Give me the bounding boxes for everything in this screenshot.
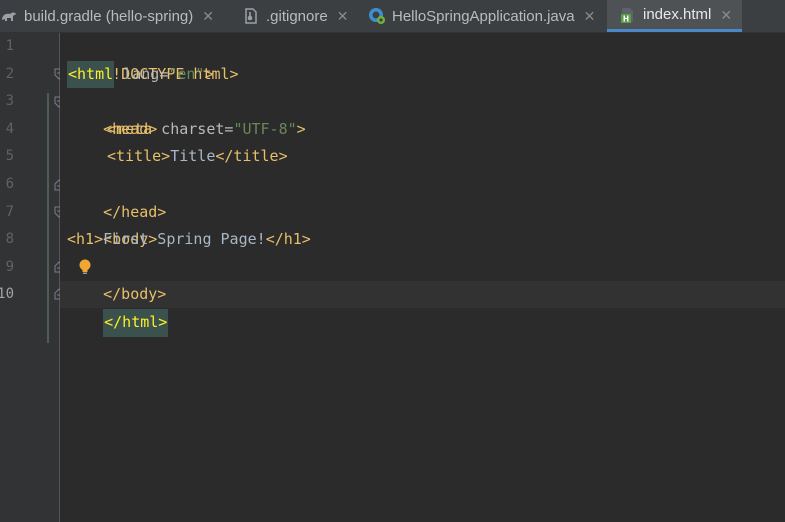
tab-label: .gitignore xyxy=(266,7,328,25)
h1-close-tag: </h1> xyxy=(265,230,311,249)
spring-boot-class-icon xyxy=(369,8,385,24)
close-icon[interactable]: ✕ xyxy=(202,9,214,23)
code-line-8[interactable]: <h1>First Spring Page!</h1> xyxy=(67,226,311,254)
tab-gitignore[interactable]: .gitignore ✕ xyxy=(238,0,357,32)
line-number: 8 xyxy=(5,231,14,248)
h1-text: First Spring Page! xyxy=(103,230,266,249)
line-number-current: 10 xyxy=(0,286,14,303)
code-line-2[interactable]: <html lang="en"> xyxy=(67,60,214,89)
close-icon[interactable]: ✕ xyxy=(337,9,349,23)
editor-tab-bar: build.gradle (hello-spring) ✕ .gitignore… xyxy=(0,0,785,33)
close-icon[interactable]: ✕ xyxy=(720,8,732,22)
close-icon[interactable]: ✕ xyxy=(584,9,596,23)
gitignore-file-icon xyxy=(245,8,257,24)
attribute-value: "en" xyxy=(168,64,205,83)
lightbulb-intention-icon[interactable] xyxy=(78,259,92,275)
tag-close: > xyxy=(204,64,214,83)
line-number: 2 xyxy=(5,65,14,82)
code-line-1[interactable]: <!DOCTYPE html> xyxy=(67,33,238,83)
tag-match-ruler xyxy=(47,93,49,343)
current-line-highlight xyxy=(60,281,785,308)
editor-gutter[interactable]: 1 2 3 4 5 6 7 8 9 10 xyxy=(0,33,64,522)
line-number: 9 xyxy=(5,258,14,275)
h1-open-tag: <h1> xyxy=(67,230,104,249)
tab-build-gradle[interactable]: build.gradle (hello-spring) ✕ xyxy=(0,0,232,32)
code-line-7[interactable]: <body> xyxy=(67,199,157,248)
attribute-name: lang= xyxy=(114,64,169,83)
attribute-name: charset= xyxy=(152,119,234,138)
line-number: 5 xyxy=(5,148,14,165)
tab-label: build.gradle (hello-spring) xyxy=(24,7,194,25)
attribute-value: "UTF-8" xyxy=(233,119,297,138)
code-line-10[interactable]: </html> xyxy=(67,281,169,337)
html-open-tag: <html xyxy=(67,60,115,89)
title-open-tag: <title> xyxy=(107,147,171,166)
tab-hello-spring-application[interactable]: HelloSpringApplication.java ✕ xyxy=(364,0,606,32)
svg-text:H: H xyxy=(623,14,629,23)
code-line-5[interactable]: <title>Title</title> xyxy=(107,143,288,171)
title-text: Title xyxy=(170,147,216,166)
tab-index-html[interactable]: H index.html ✕ xyxy=(607,0,742,32)
title-close-tag: </title> xyxy=(215,147,288,166)
code-line-6[interactable]: </head> xyxy=(67,171,166,221)
code-line-4[interactable]: <meta charset="UTF-8"> xyxy=(107,116,306,144)
line-number: 3 xyxy=(5,93,14,110)
tab-label: index.html xyxy=(643,6,712,23)
line-number: 4 xyxy=(5,120,14,137)
code-editor[interactable]: <!DOCTYPE html> <html lang="en"> <head> … xyxy=(60,33,785,522)
tab-label: HelloSpringApplication.java xyxy=(392,7,575,25)
line-number: 1 xyxy=(5,38,14,54)
line-number: 6 xyxy=(5,176,14,192)
tag-close: > xyxy=(296,119,306,138)
meta-open-tag: <meta xyxy=(107,119,153,138)
html-close-tag: </html> xyxy=(103,308,169,337)
code-line-3[interactable]: <head> xyxy=(67,88,157,138)
gradle-icon xyxy=(2,12,16,21)
html-file-icon: H xyxy=(621,7,633,23)
line-number: 7 xyxy=(5,203,14,220)
